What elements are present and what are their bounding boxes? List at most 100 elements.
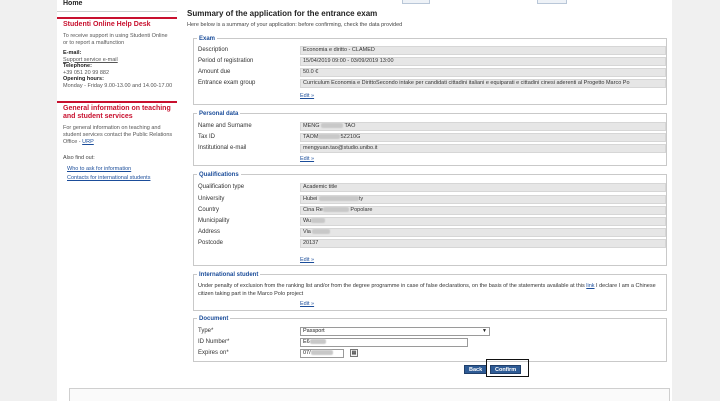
exam-row: Period of registration 15/04/2019 09:00 …: [194, 57, 666, 67]
personal-row: Name and Surname MENG TAO: [194, 122, 666, 132]
statements-link[interactable]: link: [586, 283, 594, 289]
sidebar-link-item: Contacts for international students: [67, 175, 177, 181]
page: Home Studenti Online Help Desk To receiv…: [57, 0, 672, 401]
who-to-ask-link[interactable]: Who to ask for information: [67, 166, 131, 172]
row-label: Tax ID: [198, 134, 216, 140]
helpdesk-desc: To receive support in using Studenti Onl…: [63, 33, 168, 46]
exam-section: Exam Description Economia e diritto - CL…: [193, 35, 667, 105]
sidebar-links: Who to ask for information Contacts for …: [67, 166, 177, 181]
input-value: 07/: [303, 350, 311, 356]
row-label: Postcode: [198, 240, 224, 246]
tab-stub[interactable]: [537, 0, 567, 4]
row-value: 50.0 €: [300, 68, 666, 77]
redacted-text: [321, 123, 344, 129]
row-label: Municipality: [198, 218, 230, 224]
general-info-desc: For general information on teaching and …: [63, 125, 173, 146]
general-info-text: For general information on teaching and …: [63, 125, 173, 145]
redacted-text: [311, 218, 326, 224]
personal-row: Institutional e-mail mengyuan.tao@studio…: [194, 144, 666, 154]
row-value: Economia e diritto - CLAMED: [300, 46, 666, 55]
redacted-text: [318, 196, 359, 202]
redacted-text: [322, 207, 349, 213]
international-contacts-link[interactable]: Contacts for international students: [67, 175, 150, 181]
qualification-row: Qualification type Academic title: [194, 183, 666, 193]
back-button[interactable]: Back: [464, 365, 488, 374]
sidebar: Home Studenti Online Help Desk To receiv…: [57, 0, 177, 401]
helpdesk-title: Studenti Online Help Desk: [63, 21, 151, 28]
selected-value: Passport: [303, 328, 325, 334]
edit-personal-link[interactable]: Edit »: [300, 156, 314, 162]
expiry-date-input[interactable]: 07/: [300, 349, 344, 358]
calendar-icon[interactable]: ▦: [350, 349, 358, 357]
confirm-button[interactable]: Confirm: [490, 365, 522, 374]
row-label: Description: [198, 47, 229, 53]
value-part: MENG: [303, 123, 320, 129]
redacted-text: [310, 350, 333, 356]
expires-label: Expires on*: [198, 350, 229, 356]
declaration-text: Under penalty of exclusion from the rank…: [198, 283, 664, 298]
row-label: Qualification type: [198, 184, 245, 190]
exam-row: Amount due 50.0 €: [194, 68, 666, 78]
row-label: Entrance exam group: [198, 80, 256, 86]
document-section: Document Type* Passport ▼ ID Number* E6 E…: [193, 315, 667, 362]
value-part: Cina Re: [303, 207, 323, 213]
redacted-text: [309, 339, 326, 345]
redacted-text: [318, 134, 341, 140]
id-number-label: ID Number*: [198, 339, 230, 345]
tab-stub[interactable]: [402, 0, 430, 4]
urp-link[interactable]: URP: [82, 139, 94, 145]
value-part: Via: [303, 229, 311, 235]
qualification-row: Municipality Wu: [194, 217, 666, 227]
row-value: 20137: [300, 239, 666, 248]
row-value: Cina Re Popolare: [300, 206, 666, 215]
intro-text: Here below is a summary of your applicat…: [187, 22, 403, 28]
row-value: Via: [300, 228, 666, 237]
value-part: Wu: [303, 218, 312, 224]
exam-row: Entrance exam group Curriculum Economia …: [194, 79, 666, 89]
top-strip: [187, 0, 671, 5]
main-content: Summary of the application for the entra…: [187, 0, 671, 377]
row-value: Academic title: [300, 183, 666, 192]
row-value: Curriculum Economia e DirittoSecondo int…: [300, 79, 666, 88]
personal-data-section: Personal data Name and Surname MENG TAO …: [193, 110, 667, 166]
home-link[interactable]: Home: [57, 0, 177, 12]
helpdesk-box: Studenti Online Help Desk To receive sup…: [57, 17, 177, 93]
value-part: TAO: [344, 123, 356, 129]
id-number-input[interactable]: E6: [300, 338, 468, 347]
document-type-select[interactable]: Passport ▼: [300, 327, 490, 336]
qualification-row: Postcode 20137: [194, 239, 666, 249]
general-info-box: General information on teaching and stud…: [57, 101, 177, 153]
row-label: Period of registration: [198, 58, 254, 64]
row-value: Wu: [300, 217, 666, 226]
row-value: MENG TAO: [300, 122, 666, 131]
edit-exam-link[interactable]: Edit »: [300, 93, 314, 99]
row-label: Institutional e-mail: [198, 145, 247, 151]
international-student-section: International student Under penalty of e…: [193, 271, 667, 311]
qualifications-legend: Qualifications: [197, 171, 241, 179]
chevron-down-icon: ▼: [482, 328, 487, 334]
bottom-panel: [69, 388, 670, 401]
page-title: Summary of the application for the entra…: [187, 9, 378, 18]
row-value: 15/04/2019 09:00 - 03/09/2019 13:00: [300, 57, 666, 66]
exam-row: Description Economia e diritto - CLAMED: [194, 46, 666, 56]
personal-row: Tax ID TAOM 5Z210G: [194, 133, 666, 143]
edit-qualifications-link[interactable]: Edit »: [300, 257, 314, 263]
row-label: Name and Surname: [198, 123, 252, 129]
row-value: TAOM 5Z210G: [300, 133, 666, 142]
redacted-text: [312, 229, 331, 235]
general-info-title: General information on teaching and stud…: [63, 105, 171, 120]
row-label: University: [198, 196, 225, 202]
input-value: E6: [303, 339, 310, 345]
row-value: Hubei ty: [300, 195, 666, 204]
qualification-row: Country Cina Re Popolare: [194, 206, 666, 216]
value-part: Hubei: [303, 196, 318, 202]
international-legend: International student: [197, 271, 261, 279]
value-part: ty: [358, 196, 364, 202]
opening-hours: Monday - Friday 9.00-13.00 and 14.00-17.…: [63, 82, 173, 89]
sidebar-link-item: Who to ask for information: [67, 166, 177, 172]
document-legend: Document: [197, 315, 231, 323]
row-label: Amount due: [198, 69, 231, 75]
document-row: Expires on* 07/ ▦: [194, 349, 666, 359]
also-find-out: Also find out:: [63, 155, 95, 161]
edit-international-link[interactable]: Edit »: [300, 301, 314, 307]
